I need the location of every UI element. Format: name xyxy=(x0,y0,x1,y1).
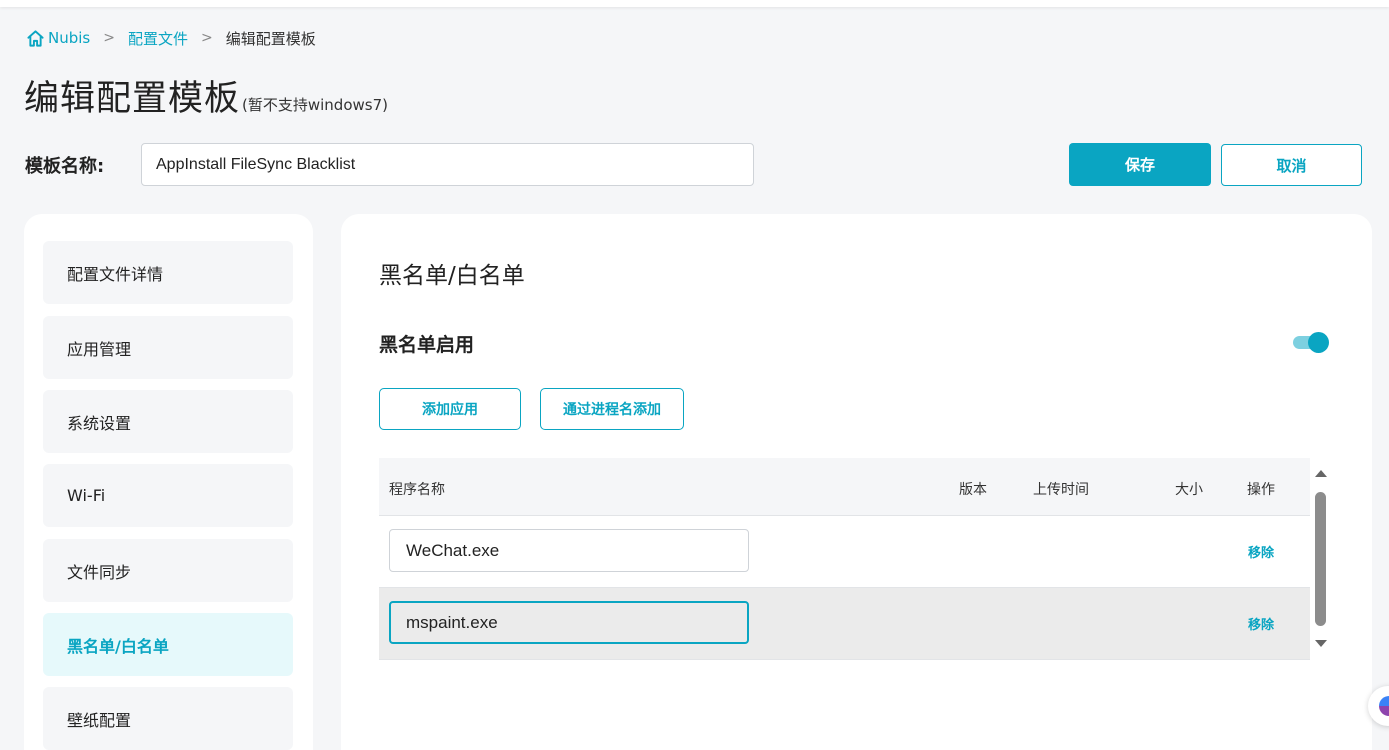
sidebar-item-label: 应用管理 xyxy=(67,339,132,359)
breadcrumb: Nubis > 配置文件 > 编辑配置模板 xyxy=(26,28,316,48)
main-panel: 黑名单/白名单 黑名单启用 添加应用 通过进程名添加 程序名称 版本 上传时间 … xyxy=(341,214,1372,750)
toggle-knob xyxy=(1308,332,1329,353)
add-app-button[interactable]: 添加应用 xyxy=(379,388,521,430)
table-header: 程序名称 版本 上传时间 大小 操作 xyxy=(379,458,1310,516)
sidebar-item-label: 文件同步 xyxy=(67,562,132,582)
sidebar-item-label: 黑名单/白名单 xyxy=(67,636,169,656)
cancel-button[interactable]: 取消 xyxy=(1221,144,1362,186)
breadcrumb-home-label: Nubis xyxy=(48,29,91,47)
column-header-action: 操作 xyxy=(1247,482,1275,498)
assistant-logo-icon xyxy=(1379,696,1389,716)
breadcrumb-home[interactable]: Nubis xyxy=(26,29,90,48)
scroll-down-arrow-icon[interactable] xyxy=(1315,640,1327,647)
table-row: 移除 xyxy=(379,588,1310,660)
scroll-thumb[interactable] xyxy=(1315,492,1326,626)
breadcrumb-profiles[interactable]: 配置文件 xyxy=(128,28,188,49)
sidebar-item-label: Wi-Fi xyxy=(67,486,106,505)
app-name-input[interactable] xyxy=(389,601,749,644)
app-name-input[interactable] xyxy=(389,529,749,572)
save-button[interactable]: 保存 xyxy=(1069,143,1211,186)
remove-link[interactable]: 移除 xyxy=(1248,614,1274,633)
remove-link[interactable]: 移除 xyxy=(1248,542,1274,561)
template-name-input[interactable] xyxy=(141,143,754,186)
sidebar-item-blacklist-whitelist[interactable]: 黑名单/白名单 xyxy=(43,613,293,676)
add-by-process-button[interactable]: 通过进程名添加 xyxy=(540,388,684,430)
breadcrumb-separator: > xyxy=(103,30,115,46)
sidebar-item-label: 壁纸配置 xyxy=(67,710,132,730)
blacklist-toggle[interactable] xyxy=(1293,331,1329,353)
page-title-note: (暂不支持windows7) xyxy=(242,96,388,114)
column-header-size: 大小 xyxy=(1175,482,1203,498)
sidebar-item-wallpaper[interactable]: 壁纸配置 xyxy=(43,687,293,750)
sidebar-item-app-management[interactable]: 应用管理 xyxy=(43,316,293,379)
column-header-version: 版本 xyxy=(959,482,987,498)
top-bar xyxy=(0,0,1389,7)
table-row: 移除 xyxy=(379,516,1310,588)
table-scrollbar[interactable] xyxy=(1314,470,1328,648)
page-title: 编辑配置模板 (暂不支持windows7) xyxy=(24,70,388,121)
page-title-text: 编辑配置模板 xyxy=(24,79,241,119)
scroll-up-arrow-icon[interactable] xyxy=(1315,470,1327,477)
sidebar: 配置文件详情 应用管理 系统设置 Wi-Fi 文件同步 黑名单/白名单 壁纸配置 xyxy=(24,214,313,750)
sidebar-item-file-sync[interactable]: 文件同步 xyxy=(43,539,293,602)
sidebar-item-profile-details[interactable]: 配置文件详情 xyxy=(43,241,293,304)
template-name-label: 模板名称: xyxy=(25,156,105,177)
sidebar-item-wifi[interactable]: Wi-Fi xyxy=(43,464,293,527)
home-icon xyxy=(27,29,44,47)
section-title: 黑名单/白名单 xyxy=(379,263,525,289)
column-header-upload-time: 上传时间 xyxy=(1033,482,1089,498)
app-table: 程序名称 版本 上传时间 大小 操作 移除 移除 xyxy=(379,458,1310,660)
breadcrumb-current: 编辑配置模板 xyxy=(225,29,316,48)
blacklist-toggle-label: 黑名单启用 xyxy=(379,334,475,356)
sidebar-item-label: 配置文件详情 xyxy=(67,264,164,284)
sidebar-item-label: 系统设置 xyxy=(67,413,132,433)
sidebar-item-system-settings[interactable]: 系统设置 xyxy=(43,390,293,453)
breadcrumb-separator: > xyxy=(200,30,213,46)
column-header-name: 程序名称 xyxy=(389,482,445,498)
